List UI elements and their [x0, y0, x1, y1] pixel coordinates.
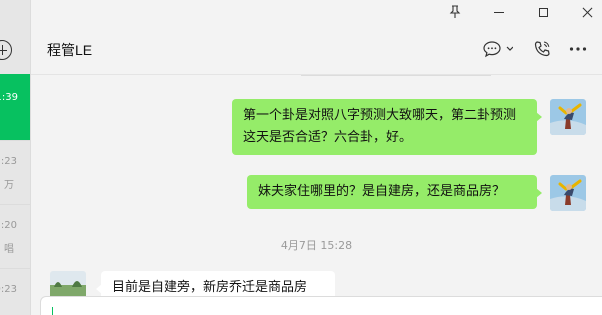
conversation-item-active[interactable]: 1:39 — [0, 74, 30, 140]
maximize-icon[interactable] — [521, 0, 565, 24]
message-bubble-sent[interactable]: 妹夫家住哪里的？是自建房，还是商品房？ — [247, 175, 542, 209]
conversation-snippet: 万 — [4, 180, 14, 191]
conversation-time: 1:23 — [0, 156, 17, 167]
voice-call-icon[interactable] — [533, 38, 551, 60]
avatar[interactable] — [550, 99, 586, 135]
previous-message-edge — [301, 75, 491, 76]
more-icon[interactable] — [569, 38, 587, 60]
close-icon[interactable] — [565, 0, 602, 24]
timestamp: 4月7日 15:28 — [280, 239, 353, 252]
conversation-time: 1:39 — [0, 92, 18, 103]
minimize-icon[interactable] — [477, 0, 521, 24]
avatar[interactable] — [550, 175, 586, 211]
message-list: 第一个卦是对照八字预测大致哪天，第二卦预测这天是否合适？六合卦，好。 妹夫家住哪… — [31, 75, 602, 307]
message-input[interactable] — [40, 296, 602, 315]
divider — [0, 268, 30, 269]
divider — [0, 204, 30, 205]
pin-icon[interactable] — [433, 0, 477, 24]
text-caret — [52, 307, 53, 315]
divider — [0, 140, 30, 141]
conversation-time: 0:23 — [0, 284, 17, 295]
add-icon[interactable] — [0, 40, 12, 60]
conversation-list: 1:39 1:23 万 1:20 唱 0:23 — [0, 0, 31, 315]
chat-history-icon[interactable] — [483, 38, 513, 60]
conversation-snippet: 唱 — [4, 244, 14, 255]
chevron-down-icon — [506, 46, 513, 51]
chat-title: 程管LE — [47, 42, 93, 58]
conversation-time: 1:20 — [0, 220, 17, 231]
message-bubble-sent[interactable]: 第一个卦是对照八字预测大致哪天，第二卦预测这天是否合适？六合卦，好。 — [232, 99, 542, 155]
